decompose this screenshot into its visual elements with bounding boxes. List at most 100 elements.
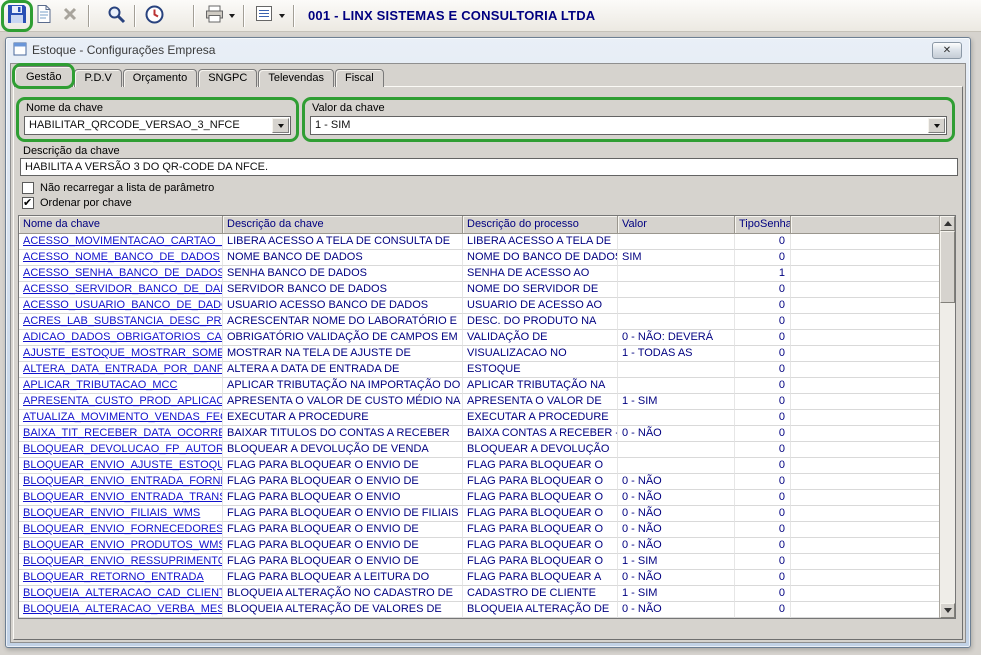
grid-cell [618,458,735,474]
document-button[interactable] [31,3,57,29]
grid-cell: FLAG PARA BLOQUEAR O ENVIO DE [223,474,463,490]
grid-cell: FLAG PARA BLOQUEAR O ENVIO DE [223,458,463,474]
grid-cell: FLAG PARA BLOQUEAR O [463,522,618,538]
grid-cell: 0 [735,602,791,618]
grid-row[interactable]: BLOQUEAR_ENVIO_RESSUPRIMENTO FLAG PARA BL… [19,554,939,570]
grid-cell: 1 [735,266,791,282]
grid-row[interactable]: ACRES_LAB_SUBSTANCIA_DESC_PRO ACRESCENTAR… [19,314,939,330]
scroll-up-button[interactable] [940,216,955,231]
key-value-combobox[interactable]: 1 - SIM [310,116,947,135]
checkbox-unchecked[interactable] [22,182,34,194]
grid-row[interactable]: BLOQUEAR_RETORNO_ENTRADA FLAG PARA BLOQUE… [19,570,939,586]
delete-button[interactable] [57,3,83,29]
grid-cell-filler [791,570,939,586]
key-description-input[interactable]: HABILITA A VERSÃO 3 DO QR-CODE DA NFCE. [20,158,958,176]
grid-row[interactable]: AJUSTE_ESTOQUE_MOSTRAR_SOME MOSTRAR NA TE… [19,346,939,362]
grid-column-header[interactable]: TipoSenha [735,216,791,234]
grid-cell: ESTOQUE [463,362,618,378]
grid-cell: BLOQUEAR A DEVOLUÇÃO [463,442,618,458]
grid-cell: 0 [735,490,791,506]
scroll-down-button[interactable] [940,603,955,618]
grid-cell-filler [791,458,939,474]
grid-cell: FLAG PARA BLOQUEAR O ENVIO DE [223,522,463,538]
grid-row[interactable]: BLOQUEIA_ALTERACAO_CAD_CLIENT BLOQUEIA AL… [19,586,939,602]
grid-cell: BLOQUEAR_ENVIO_ENTRADA_TRANS [19,490,223,506]
grid-row[interactable]: ACESSO_USUARIO_BANCO_DE_DADC USUARIO ACES… [19,298,939,314]
grid-cell: ACESSO_USUARIO_BANCO_DE_DADC [19,298,223,314]
key-name-combobox[interactable]: HABILITAR_QRCODE_VERSAO_3_NFCE [24,116,291,135]
grid-cell [618,378,735,394]
grid-row[interactable]: BLOQUEAR_ENVIO_AJUSTE_ESTOQU FLAG PARA BL… [19,458,939,474]
grid-row[interactable]: BLOQUEAR_ENVIO_FILIAIS_WMS FLAG PARA BLOQ… [19,506,939,522]
grid-cell: BAIXA CONTAS A RECEBER - [463,426,618,442]
checkbox-row-1[interactable]: Ordenar por chave [22,196,214,210]
close-button[interactable]: ✕ [932,42,962,59]
key-value-dropdown-button[interactable] [928,118,945,133]
grid-cell: CADASTRO DE CLIENTE [463,586,618,602]
grid-row[interactable]: APLICAR_TRIBUTACAO_MCC APLICAR TRIBUTAÇÃO… [19,378,939,394]
grid-row[interactable]: ALTERA_DATA_ENTRADA_POR_DANF ALTERA A DAT… [19,362,939,378]
grid-cell: NOME BANCO DE DADOS [223,250,463,266]
grid-cell: BLOQUEAR_ENVIO_FORNECEDORES_ [19,522,223,538]
tab-p-d-v[interactable]: P.D.V [74,69,122,87]
grid-row[interactable]: BLOQUEAR_DEVOLUCAO_FP_AUTORI BLOQUEAR A D… [19,442,939,458]
grid-column-header[interactable]: Descrição da chave [223,216,463,234]
key-name-label: Nome da chave [26,102,104,114]
grid-cell: 0 - NÃO [618,570,735,586]
grid-cell: SERVIDOR BANCO DE DADOS [223,282,463,298]
grid-cell-filler [791,394,939,410]
list-menu-button[interactable] [250,3,288,29]
tab-label: Televendas [268,72,324,84]
scrollbar-thumb[interactable] [940,231,955,303]
vertical-scrollbar[interactable] [939,216,955,618]
grid-cell: BLOQUEAR A DEVOLUÇÃO DE VENDA [223,442,463,458]
grid-row[interactable]: ACESSO_SERVIDOR_BANCO_DE_DAD SERVIDOR BAN… [19,282,939,298]
grid-row[interactable]: BAIXA_TIT_RECEBER_DATA_OCORRE BAIXAR TITU… [19,426,939,442]
grid-column-header[interactable]: Descrição do processo [463,216,618,234]
grid-row[interactable]: ATUALIZA_MOVIMENTO_VENDAS_FEC EXECUTAR A … [19,410,939,426]
grid-row[interactable]: BLOQUEAR_ENVIO_FORNECEDORES_ FLAG PARA BL… [19,522,939,538]
key-name-dropdown-button[interactable] [272,118,289,133]
key-value-field-group: Valor da chave 1 - SIM [302,97,955,142]
grid-content: Nome da chave Descrição da chave Descrição… [19,216,939,618]
grid-column-header[interactable]: Nome da chave [19,216,223,234]
checkbox-label: Ordenar por chave [40,197,132,209]
checkbox-checked[interactable] [22,196,34,209]
tab-sngpc[interactable]: SNGPC [198,69,258,87]
print-button[interactable] [200,3,238,29]
grid-cell: FLAG PARA BLOQUEAR O ENVIO DE [223,538,463,554]
grid-row[interactable]: BLOQUEAR_ENVIO_ENTRADA_FORNE FLAG PARA BL… [19,474,939,490]
grid-row[interactable]: ADICAO_DADOS_OBRIGATORIOS_CAD OBRIGATÓRIO… [19,330,939,346]
grid-cell: ACRES_LAB_SUBSTANCIA_DESC_PRO [19,314,223,330]
grid-row[interactable]: ACESSO_SENHA_BANCO_DE_DADOS SENHA BANCO D… [19,266,939,282]
window-title: Estoque - Configurações Empresa [32,43,216,57]
grid-cell-filler [791,362,939,378]
grid-row[interactable]: BLOQUEAR_ENVIO_ENTRADA_TRANS FLAG PARA BL… [19,490,939,506]
grid-row[interactable]: ACESSO_MOVIMENTACAO_CARTAO_M LIBERA ACESS… [19,234,939,250]
grid-cell: FLAG PARA BLOQUEAR O [463,490,618,506]
grid-cell: 0 - NÃO [618,506,735,522]
grid-cell-filler [791,410,939,426]
grid-cell: 1 - SIM [618,394,735,410]
tab-televendas[interactable]: Televendas [258,69,334,87]
grid-cell-filler [791,538,939,554]
tab-or-amento[interactable]: Orçamento [122,69,198,87]
grid-column-header[interactable]: Valor [618,216,735,234]
checkbox-row-0[interactable]: Não recarregar a lista de parâmetro [22,181,214,195]
grid-row[interactable]: BLOQUEAR_ENVIO_PRODUTOS_WMS FLAG PARA BLO… [19,538,939,554]
tab-fiscal[interactable]: Fiscal [334,69,384,87]
grid-row[interactable]: ACESSO_NOME_BANCO_DE_DADOS NOME BANCO DE … [19,250,939,266]
grid-cell: BLOQUEAR_DEVOLUCAO_FP_AUTORI [19,442,223,458]
search-button[interactable] [103,3,129,29]
history-button[interactable] [141,3,167,29]
grid-cell [618,234,735,250]
window-titlebar[interactable]: Estoque - Configurações Empresa [6,38,970,62]
tab-gest-o[interactable]: Gestão [12,63,76,89]
grid-row[interactable]: APRESENTA_CUSTO_PROD_APLICAC APRESENTA O … [19,394,939,410]
grid-cell: APLICAR_TRIBUTACAO_MCC [19,378,223,394]
save-button[interactable] [4,3,30,29]
grid-row[interactable]: BLOQUEIA_ALTERACAO_VERBA_MES BLOQUEIA ALT… [19,602,939,618]
tab-label: Gestão [26,71,62,83]
grid-cell: 0 [735,298,791,314]
grid-cell: ALTERA A DATA DE ENTRADA DE [223,362,463,378]
